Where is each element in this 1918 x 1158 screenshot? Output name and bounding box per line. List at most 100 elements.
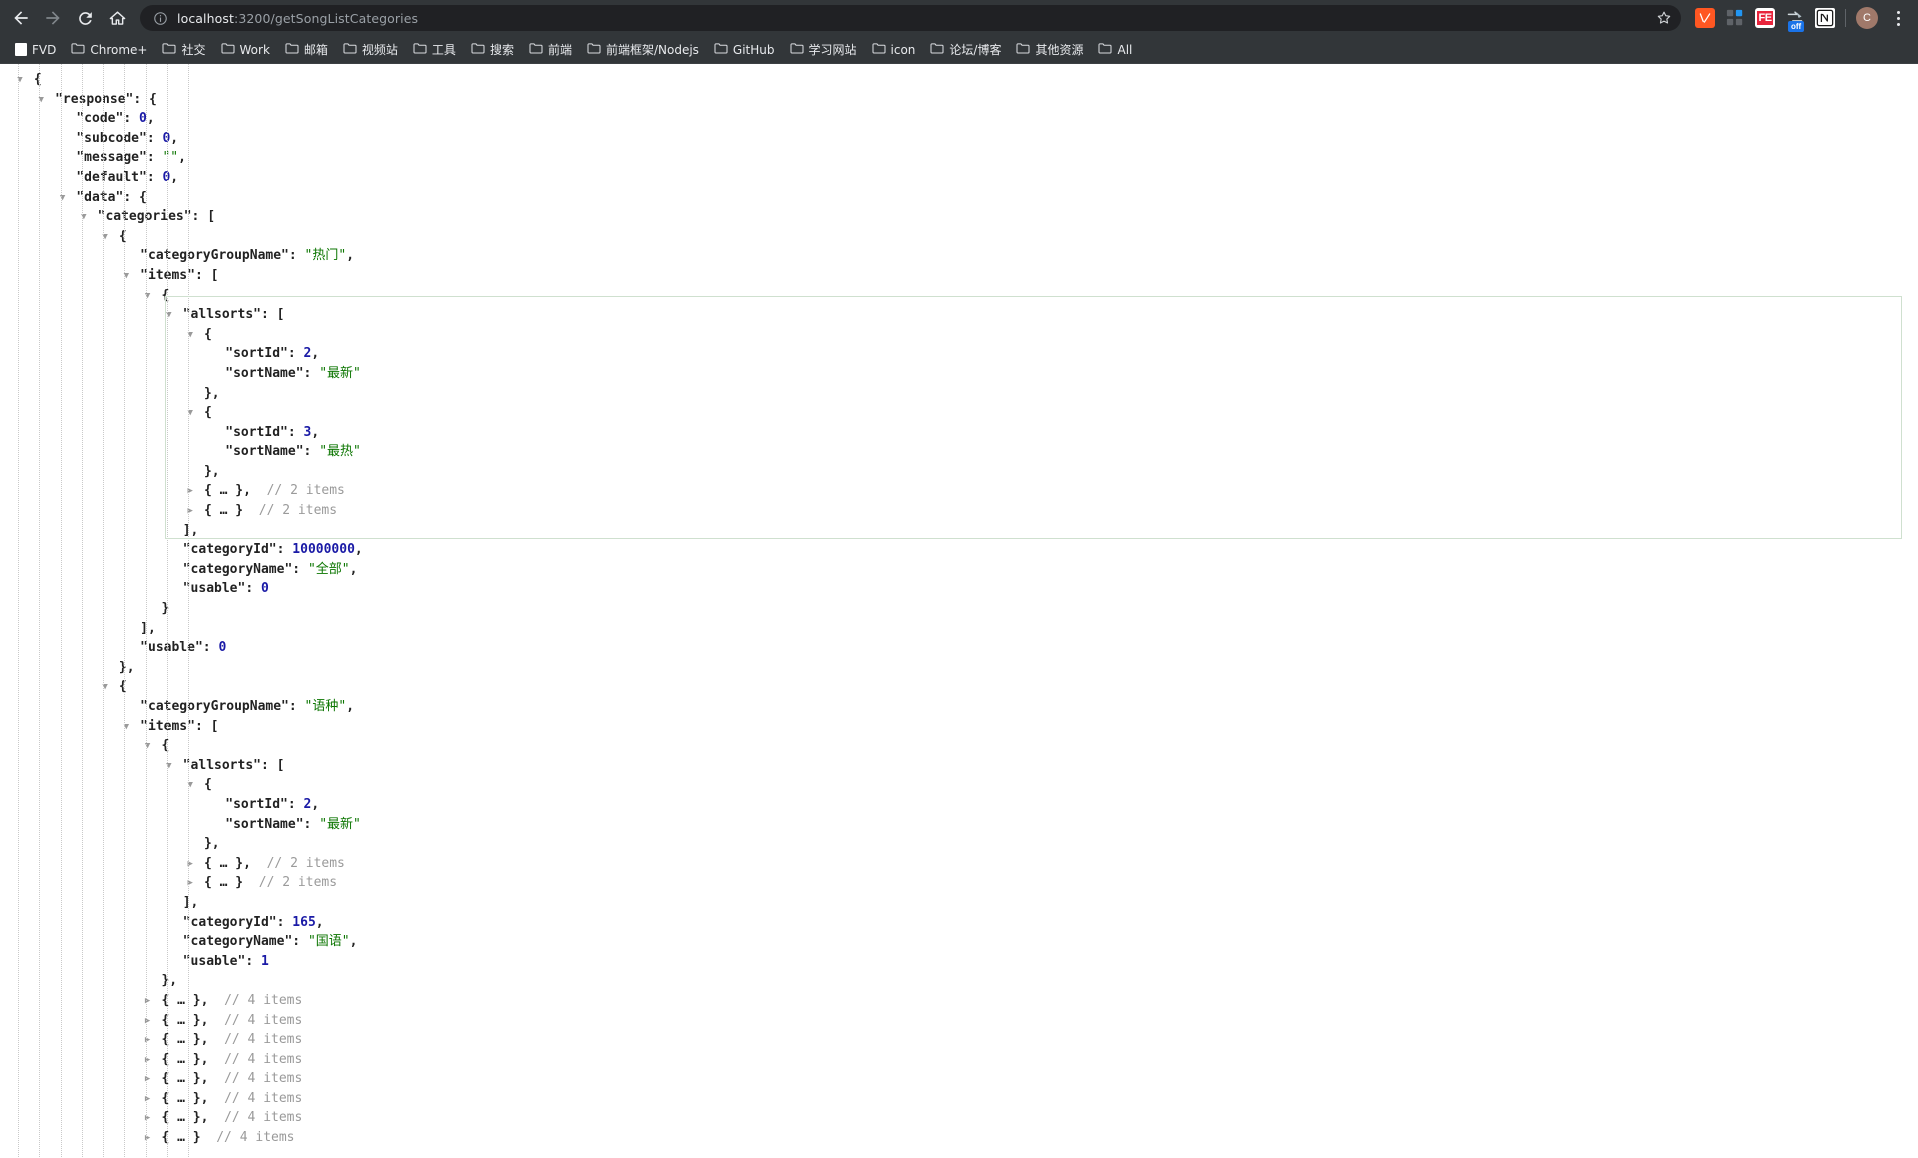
- json-line[interactable]: "subcode": 0,: [0, 129, 1918, 149]
- bookmark-item[interactable]: GitHub: [707, 39, 782, 60]
- json-line[interactable]: "data": {: [0, 188, 1918, 208]
- json-line[interactable]: "sortName": "最新": [0, 364, 1918, 384]
- json-line[interactable]: "code": 0,: [0, 109, 1918, 129]
- collapse-triangle-icon[interactable]: [35, 91, 47, 111]
- json-line[interactable]: "categoryGroupName": "热门",: [0, 246, 1918, 266]
- json-line[interactable]: { … }, // 4 items: [0, 1069, 1918, 1089]
- json-line[interactable]: { … }, // 4 items: [0, 1050, 1918, 1070]
- json-line[interactable]: ],: [0, 521, 1918, 541]
- grid-extension-button[interactable]: [1725, 8, 1745, 28]
- collapse-triangle-icon[interactable]: [120, 718, 132, 738]
- json-line[interactable]: "message": "",: [0, 148, 1918, 168]
- reload-button[interactable]: [70, 3, 100, 33]
- json-line[interactable]: "usable": 0: [0, 579, 1918, 599]
- bookmark-item[interactable]: FVD: [8, 40, 63, 60]
- expand-triangle-icon[interactable]: [142, 1051, 154, 1071]
- json-line[interactable]: },: [0, 462, 1918, 482]
- json-line[interactable]: { … }, // 2 items: [0, 854, 1918, 874]
- json-line[interactable]: ],: [0, 893, 1918, 913]
- fe-helper-extension-button[interactable]: FE: [1755, 8, 1775, 28]
- notion-clipper-extension-button[interactable]: [1815, 8, 1835, 28]
- json-line[interactable]: },: [0, 834, 1918, 854]
- profile-avatar[interactable]: C: [1856, 7, 1878, 29]
- json-line[interactable]: "sortId": 3,: [0, 423, 1918, 443]
- collapse-triangle-icon[interactable]: [184, 326, 196, 346]
- json-line[interactable]: "sortId": 2,: [0, 795, 1918, 815]
- collapse-triangle-icon[interactable]: [120, 267, 132, 287]
- json-line[interactable]: {: [0, 677, 1918, 697]
- json-line[interactable]: {: [0, 736, 1918, 756]
- json-line[interactable]: "categories": [: [0, 207, 1918, 227]
- expand-triangle-icon[interactable]: [184, 482, 196, 502]
- collapse-triangle-icon[interactable]: [142, 287, 154, 307]
- json-line[interactable]: "usable": 0: [0, 638, 1918, 658]
- bookmark-item[interactable]: 学习网站: [783, 38, 864, 61]
- bookmark-item[interactable]: 社交: [155, 38, 212, 61]
- collapse-triangle-icon[interactable]: [142, 737, 154, 757]
- json-line[interactable]: "response": {: [0, 90, 1918, 110]
- bookmark-item[interactable]: Work: [214, 39, 277, 60]
- bookmark-star-button[interactable]: [1655, 9, 1673, 27]
- expand-triangle-icon[interactable]: [142, 1109, 154, 1129]
- expand-triangle-icon[interactable]: [184, 855, 196, 875]
- json-line[interactable]: },: [0, 971, 1918, 991]
- json-line[interactable]: "categoryGroupName": "语种",: [0, 697, 1918, 717]
- json-line[interactable]: "sortName": "最新": [0, 815, 1918, 835]
- bookmark-item[interactable]: 其他资源: [1009, 38, 1090, 61]
- proxy-switchy-extension-button[interactable]: off: [1785, 8, 1805, 32]
- json-line[interactable]: "categoryName": "全部",: [0, 560, 1918, 580]
- json-line[interactable]: {: [0, 325, 1918, 345]
- expand-triangle-icon[interactable]: [142, 1070, 154, 1090]
- json-line[interactable]: { … }, // 4 items: [0, 1089, 1918, 1109]
- bookmark-item[interactable]: 搜索: [464, 38, 521, 61]
- json-line[interactable]: },: [0, 384, 1918, 404]
- json-line[interactable]: {: [0, 227, 1918, 247]
- bookmark-item[interactable]: All: [1091, 39, 1139, 60]
- json-line[interactable]: },: [0, 658, 1918, 678]
- collapse-triangle-icon[interactable]: [99, 228, 111, 248]
- bookmark-item[interactable]: 邮箱: [278, 38, 335, 61]
- site-info-icon[interactable]: [152, 10, 168, 26]
- json-line[interactable]: "allsorts": [: [0, 305, 1918, 325]
- json-line[interactable]: "categoryName": "国语",: [0, 932, 1918, 952]
- json-line[interactable]: }: [0, 599, 1918, 619]
- json-line[interactable]: ],: [0, 619, 1918, 639]
- json-line[interactable]: "sortId": 2,: [0, 344, 1918, 364]
- bookmark-item[interactable]: 前端框架/Nodejs: [580, 38, 706, 61]
- json-line[interactable]: {: [0, 286, 1918, 306]
- forward-button[interactable]: [38, 3, 68, 33]
- expand-triangle-icon[interactable]: [142, 1090, 154, 1110]
- json-line[interactable]: {: [0, 70, 1918, 90]
- expand-triangle-icon[interactable]: [142, 1012, 154, 1032]
- json-line[interactable]: { … }, // 4 items: [0, 1011, 1918, 1031]
- json-line[interactable]: { … }, // 2 items: [0, 481, 1918, 501]
- collapse-triangle-icon[interactable]: [14, 71, 26, 91]
- json-line[interactable]: "items": [: [0, 717, 1918, 737]
- json-line[interactable]: "sortName": "最热": [0, 442, 1918, 462]
- json-line[interactable]: "allsorts": [: [0, 756, 1918, 776]
- collapse-triangle-icon[interactable]: [99, 678, 111, 698]
- json-line[interactable]: "default": 0,: [0, 168, 1918, 188]
- json-line[interactable]: { … }, // 4 items: [0, 991, 1918, 1011]
- chrome-menu-button[interactable]: [1888, 7, 1908, 29]
- vue-devtools-extension-button[interactable]: [1695, 8, 1715, 28]
- bookmark-item[interactable]: 前端: [522, 38, 579, 61]
- json-line[interactable]: { … } // 4 items: [0, 1128, 1918, 1148]
- json-line[interactable]: "categoryId": 165,: [0, 913, 1918, 933]
- collapse-triangle-icon[interactable]: [163, 757, 175, 777]
- expand-triangle-icon[interactable]: [184, 874, 196, 894]
- bookmark-item[interactable]: icon: [865, 39, 923, 60]
- expand-triangle-icon[interactable]: [184, 502, 196, 522]
- bookmark-item[interactable]: Chrome+: [64, 39, 154, 60]
- collapse-triangle-icon[interactable]: [163, 306, 175, 326]
- json-response-viewer[interactable]: { "response": { "code": 0, "subcode": 0,…: [0, 64, 1918, 1157]
- bookmark-item[interactable]: 工具: [406, 38, 463, 61]
- address-bar[interactable]: localhost:3200/getSongListCategories: [140, 5, 1681, 31]
- back-button[interactable]: [6, 3, 36, 33]
- json-line[interactable]: { … } // 2 items: [0, 501, 1918, 521]
- json-line[interactable]: { … }, // 4 items: [0, 1030, 1918, 1050]
- json-line[interactable]: "usable": 1: [0, 952, 1918, 972]
- expand-triangle-icon[interactable]: [142, 1129, 154, 1149]
- json-line[interactable]: "categoryId": 10000000,: [0, 540, 1918, 560]
- json-line[interactable]: {: [0, 775, 1918, 795]
